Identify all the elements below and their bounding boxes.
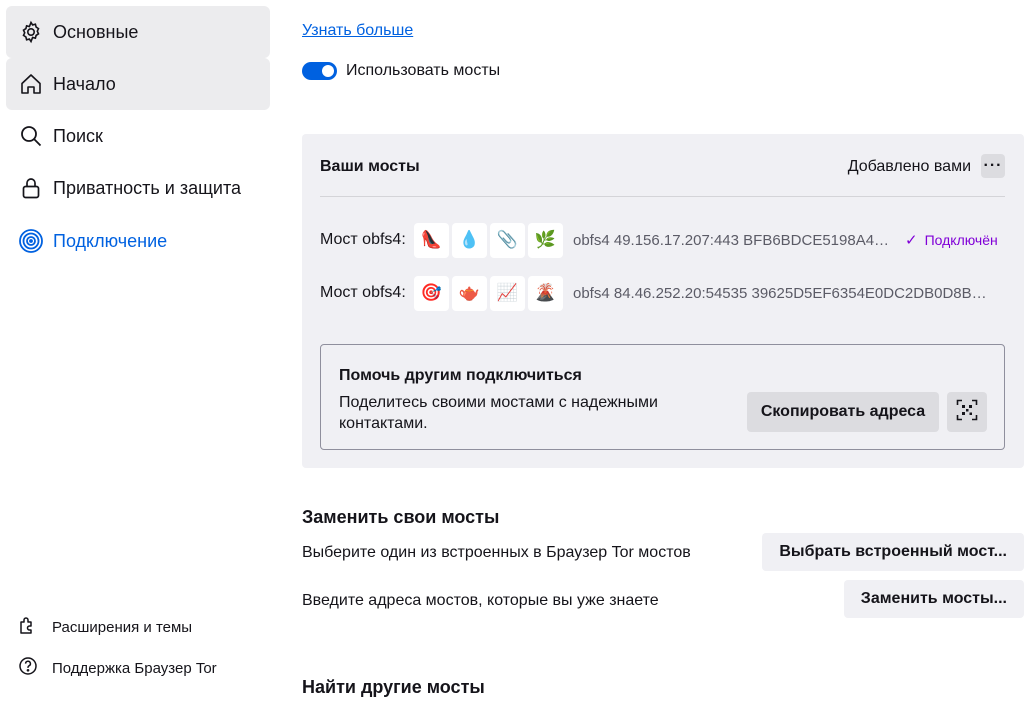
replace-bridges-button[interactable]: Заменить мосты...	[843, 580, 1024, 618]
copy-addresses-button[interactable]: Скопировать адреса	[747, 392, 939, 432]
bridge-emoji: 👠	[414, 222, 449, 258]
sidebar-item-home[interactable]: Начало	[6, 58, 270, 110]
sidebar-item-label: Подключение	[53, 230, 168, 251]
sidebar-item-privacy[interactable]: Приватность и защита	[6, 162, 270, 214]
search-icon	[18, 123, 44, 149]
bridge-line: obfs4 84.46.252.20:54535 39625D5EF6354E0…	[573, 284, 987, 302]
use-bridges-toggle[interactable]	[302, 62, 337, 80]
qr-code-button[interactable]	[947, 392, 987, 432]
help-icon	[18, 656, 38, 681]
sidebar-footer-label: Поддержка Браузер Tor	[52, 660, 217, 677]
more-options-button[interactable]: ···	[981, 154, 1005, 178]
lock-icon	[18, 175, 44, 201]
divider	[320, 196, 1005, 197]
bridge-emoji: 🌿	[528, 222, 563, 258]
sidebar-footer-support[interactable]: Поддержка Браузер Tor	[18, 656, 217, 681]
help-others-text: Поделитесь своими мостами с надежными ко…	[339, 394, 658, 432]
builtin-bridge-text: Выберите один из встроенных в Браузер To…	[302, 544, 691, 561]
sidebar-item-label: Приватность и защита	[53, 177, 242, 198]
sidebar-footer-label: Расширения и темы	[52, 619, 193, 636]
sidebar: Основные Начало Поиск Приватность и защи…	[0, 0, 280, 707]
bridge-line: obfs4 49.156.17.207:443 BFB6BDCE5198A4…	[573, 231, 890, 249]
bridge-emoji: 🫖	[452, 275, 487, 311]
bridge-emoji: 🎯	[414, 275, 449, 311]
use-bridges-label: Использовать мосты	[346, 62, 501, 79]
help-others-title: Помочь другим подключиться	[339, 367, 582, 384]
sidebar-item-label: Основные	[53, 21, 139, 42]
sidebar-item-connection[interactable]: Подключение	[6, 215, 270, 267]
your-bridges-card: Ваши мосты Добавлено вами ··· Мост obfs4…	[302, 134, 1024, 468]
gear-icon	[18, 19, 44, 45]
check-icon: ✓	[905, 232, 918, 249]
connected-status-label: Подключён	[924, 232, 998, 248]
bridge-emoji: 📎	[490, 222, 525, 258]
replace-bridges-heading: Заменить свои мосты	[302, 507, 500, 527]
find-bridges-heading: Найти другие мосты	[302, 677, 485, 697]
your-bridges-title: Ваши мосты	[320, 158, 420, 175]
sidebar-footer-addons[interactable]: Расширения и темы	[18, 615, 192, 640]
select-builtin-bridge-button[interactable]: Выбрать встроенный мост...	[762, 533, 1024, 571]
bridges-source-label: Добавлено вами	[847, 158, 971, 175]
qr-code-icon	[956, 399, 978, 426]
main-content: Узнать больше Использовать мосты Ваши мо…	[302, 0, 1024, 707]
manual-bridge-text: Введите адреса мостов, которые вы уже зн…	[302, 592, 659, 609]
connected-status: ✓ Подключён	[905, 231, 998, 249]
puzzle-icon	[18, 615, 38, 640]
bridge-row[interactable]: Мост obfs4: 🎯 🫖 📈 🌋 obfs4 84.46.252.20:5…	[320, 275, 1005, 311]
sidebar-item-label: Поиск	[53, 125, 103, 146]
home-icon	[18, 71, 44, 97]
bridge-emoji: 💧	[452, 222, 487, 258]
learn-more-link[interactable]: Узнать больше	[302, 22, 413, 40]
bridge-label: Мост obfs4:	[320, 231, 406, 248]
bridge-row[interactable]: Мост obfs4: 👠 💧 📎 🌿 obfs4 49.156.17.207:…	[320, 222, 1005, 258]
connection-icon	[18, 228, 44, 254]
sidebar-item-search[interactable]: Поиск	[6, 110, 270, 162]
bridge-emoji: 🌋	[528, 275, 563, 311]
help-others-box: Помочь другим подключиться Поделитесь св…	[320, 344, 1005, 450]
bridge-label: Мост obfs4:	[320, 284, 406, 301]
sidebar-item-general[interactable]: Основные	[6, 6, 270, 58]
use-bridges-row: Использовать мосты	[302, 62, 500, 80]
sidebar-item-label: Начало	[53, 73, 116, 94]
bridge-emoji: 📈	[490, 275, 525, 311]
